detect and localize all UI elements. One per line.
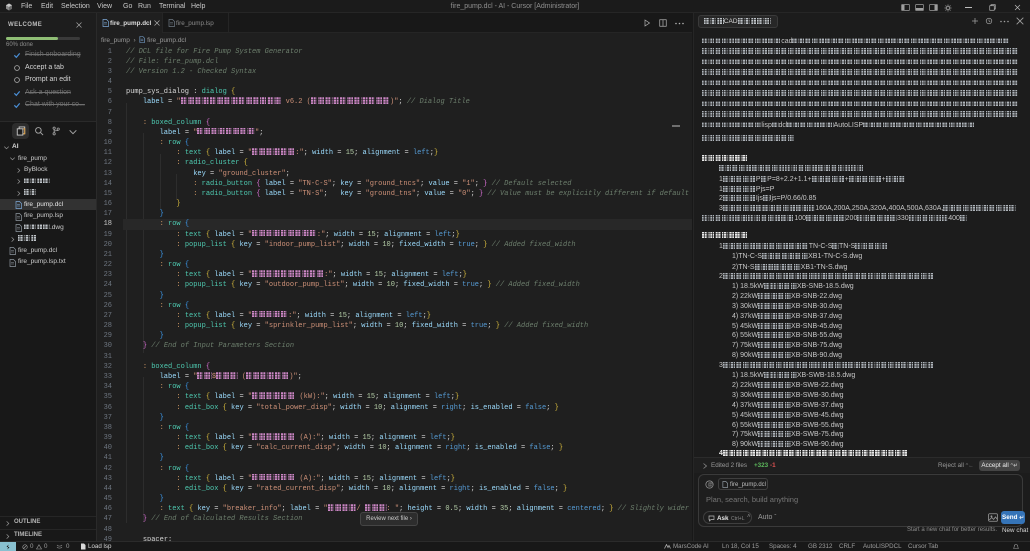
svg-text:@: @ [708,482,713,488]
